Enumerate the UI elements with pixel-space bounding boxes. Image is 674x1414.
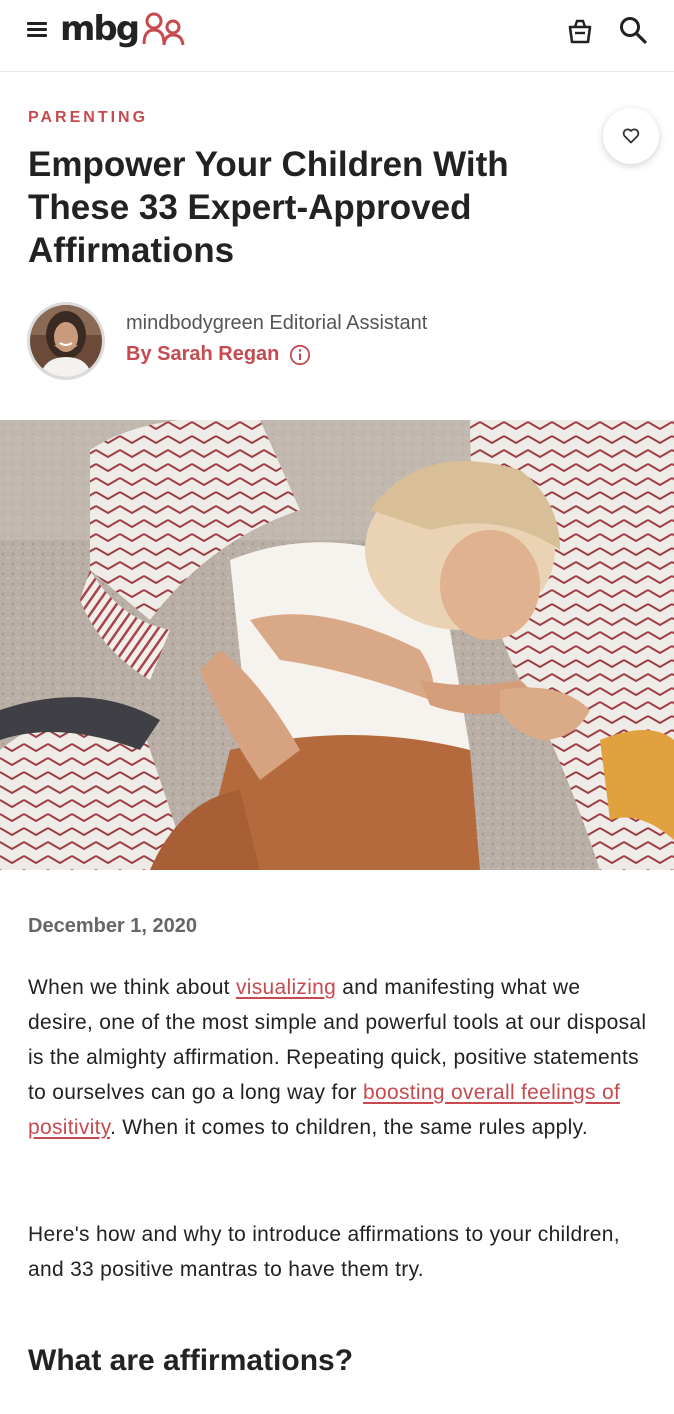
info-circle-icon[interactable] (289, 344, 311, 366)
hamburger-menu-icon[interactable] (27, 20, 49, 38)
people-logo-icon (142, 12, 185, 46)
author-avatar[interactable] (27, 302, 105, 380)
article-paragraph-intro: Here's how and why to introduce affirmat… (28, 1223, 620, 1281)
save-article-button[interactable] (603, 108, 659, 164)
search-icon[interactable] (618, 15, 648, 45)
section-heading: What are affirmations? (28, 1344, 354, 1377)
hero-image (0, 420, 674, 870)
article-paragraph: When we think about visualizing and mani… (28, 976, 647, 1139)
mbg-logo[interactable]: mbg (60, 4, 186, 54)
visualizing-link[interactable]: visualizing (236, 976, 336, 999)
site-header: mbg (0, 0, 674, 72)
author-role: mindbodygreen Editorial Assistant (126, 312, 428, 334)
article-category[interactable]: PARENTING (28, 109, 148, 127)
heart-icon (622, 128, 640, 144)
shopping-bag-icon[interactable] (566, 17, 594, 45)
logo-wordmark: mbg (60, 9, 140, 49)
article-title: Empower Your Children With These 33 Expe… (28, 145, 509, 270)
publish-date: December 1, 2020 (28, 915, 198, 937)
author-name-link[interactable]: By Sarah Regan (126, 343, 279, 366)
